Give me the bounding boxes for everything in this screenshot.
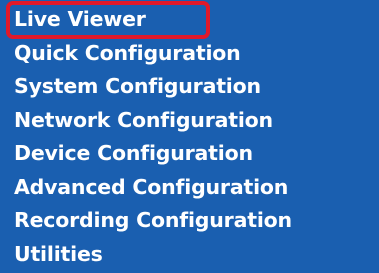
- menu-item-advanced-configuration[interactable]: Advanced Configuration: [0, 172, 379, 206]
- navigation-panel: Live Viewer Quick Configuration System C…: [0, 0, 379, 273]
- menu-item-quick-configuration[interactable]: Quick Configuration: [0, 38, 379, 72]
- menu-item-device-configuration[interactable]: Device Configuration: [0, 138, 379, 172]
- menu-item-live-viewer[interactable]: Live Viewer: [0, 4, 379, 38]
- menu-item-network-configuration[interactable]: Network Configuration: [0, 105, 379, 139]
- menu-item-utilities[interactable]: Utilities: [0, 239, 379, 273]
- menu-item-recording-configuration[interactable]: Recording Configuration: [0, 205, 379, 239]
- menu-item-system-configuration[interactable]: System Configuration: [0, 71, 379, 105]
- navigation-menu: Live Viewer Quick Configuration System C…: [0, 4, 379, 272]
